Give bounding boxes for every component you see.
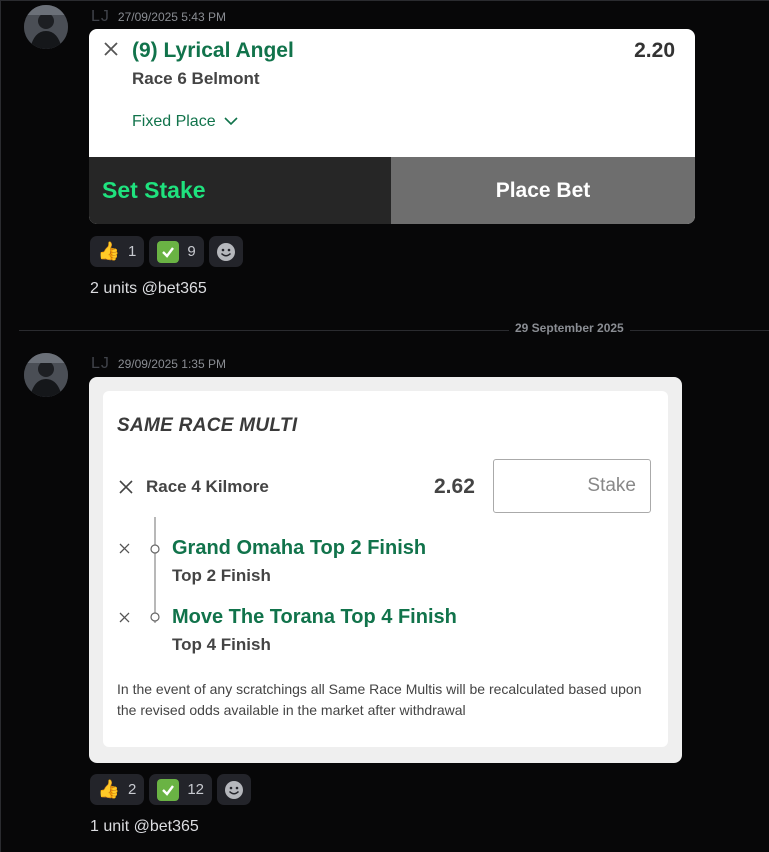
reaction-count: 1 [128,243,137,260]
reaction-thumbs-up[interactable]: 👍 1 [90,236,145,267]
set-stake-button[interactable]: Set Stake [89,157,391,224]
message-text: 2 units @bet365 [90,280,207,297]
author-name[interactable]: LJ [91,355,110,372]
add-reaction-button[interactable] [208,236,243,267]
message-text: 1 unit @bet365 [90,818,199,835]
odds: 2.62 [434,475,475,498]
stake-input[interactable] [493,459,651,513]
date-divider-line [19,330,769,331]
race-name: Race 4 Kilmore [146,477,269,496]
close-icon[interactable] [118,479,134,495]
timestamp: 29/09/2025 1:35 PM [117,357,226,371]
message-header: LJ 27/09/2025 5:43 PM [91,8,226,26]
bet-type-label: Fixed Place [132,113,216,130]
reactions: 👍 1 9 [90,236,243,267]
thumbs-up-icon: 👍 [97,779,121,799]
reaction-count: 2 [128,781,137,798]
thumbs-up-icon: 👍 [97,241,121,261]
timestamp: 27/09/2025 5:43 PM [117,10,226,24]
multi-card-body: SAME RACE MULTI Race 4 Kilmore 2.62 Gran… [103,391,668,747]
reactions: 👍 2 12 [90,774,252,805]
leg-subtitle: Top 4 Finish [172,635,271,654]
check-icon [157,240,180,263]
add-reaction-button[interactable] [217,774,252,805]
leg-subtitle: Top 2 Finish [172,566,271,585]
race-name: Race 6 Belmont [132,69,260,88]
scratchings-note: In the event of any scratchings all Same… [117,681,642,718]
reaction-check[interactable]: 9 [149,236,204,267]
add-reaction-icon [216,242,235,261]
odds: 2.20 [634,39,675,62]
bet-card: (9) Lyrical Angel 2.20 Race 6 Belmont Fi… [89,29,695,224]
same-race-multi-card: SAME RACE MULTI Race 4 Kilmore 2.62 Gran… [89,377,682,763]
reaction-count: 9 [187,243,196,260]
reaction-thumbs-up[interactable]: 👍 2 [90,774,145,805]
close-icon[interactable] [103,41,119,57]
place-bet-button[interactable]: Place Bet [391,157,695,224]
leg-title: Grand Omaha Top 2 Finish [172,537,427,559]
add-reaction-icon [225,780,244,799]
avatar[interactable] [24,5,68,49]
close-icon[interactable] [119,543,130,554]
reaction-count: 12 [187,781,205,798]
card-title: SAME RACE MULTI [117,415,298,436]
bet-type-dropdown[interactable]: Fixed Place [132,113,238,131]
leg-title: Move The Torana Top 4 Finish [172,606,457,628]
message-header: LJ 29/09/2025 1:35 PM [91,355,226,373]
chevron-down-icon [224,117,238,126]
check-icon [157,778,180,801]
date-divider: 29 September 2025 [509,321,630,335]
reaction-check[interactable]: 12 [149,774,213,805]
close-icon[interactable] [119,612,130,623]
bet-actions: Set Stake Place Bet [89,157,695,224]
author-name[interactable]: LJ [91,8,110,25]
leg-connector [150,517,160,623]
avatar[interactable] [24,353,68,397]
selection-name: (9) Lyrical Angel [132,39,294,62]
